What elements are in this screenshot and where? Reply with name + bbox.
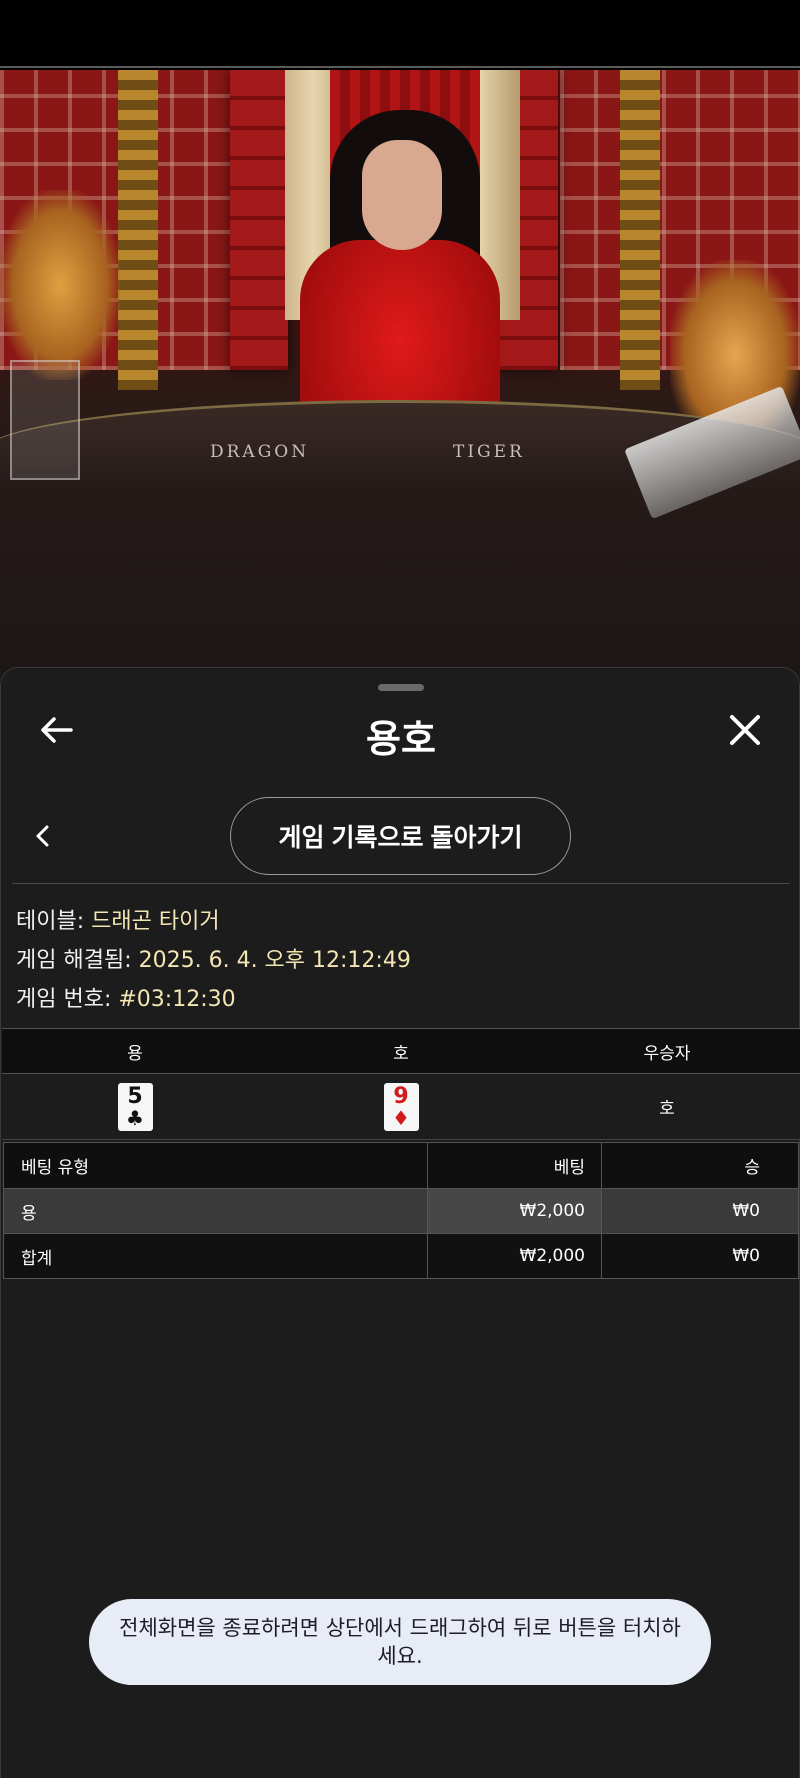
chevron-left-icon[interactable]: [29, 822, 57, 850]
bet-type: 용: [4, 1189, 428, 1233]
info-game-number-label: 게임 번호:: [16, 987, 119, 1012]
page-title: 용호: [366, 717, 436, 761]
info-table: 테이블: 드래곤 타이거: [16, 903, 220, 935]
dragon-card-cell: 5 ♣: [2, 1074, 268, 1139]
result-table: 용 호 우승자 5 ♣ 9 ♦ 호: [2, 1028, 800, 1140]
info-table-label: 테이블:: [16, 909, 92, 934]
bets-header-win: 승: [744, 1158, 760, 1178]
info-table-value: 드래곤 타이거: [91, 909, 220, 934]
bets-header-type: 베팅 유형: [4, 1143, 428, 1188]
diamond-suit-icon: ♦: [392, 1105, 410, 1130]
bets-header-bet: 베팅: [428, 1143, 602, 1188]
fullscreen-exit-toast: 전체화면을 종료하려면 상단에서 드래그하여 뒤로 버튼을 터치하세요.: [89, 1599, 711, 1685]
total-label: 합계: [4, 1234, 428, 1278]
result-header-tiger: 호: [393, 1043, 409, 1064]
dealer-face: [362, 140, 442, 250]
discard-holder: [10, 360, 80, 480]
tiger-card: 9 ♦: [383, 1082, 419, 1131]
result-header-dragon: 용: [127, 1043, 143, 1064]
bet-row: 용 ₩2,000 ₩0: [4, 1188, 798, 1233]
back-to-history-button[interactable]: 게임 기록으로 돌아가기: [230, 797, 571, 875]
table-label-dragon: DRAGON: [210, 442, 310, 462]
info-resolved-value: 2025. 6. 4. 오후 12:12:49: [138, 948, 411, 973]
tiger-card-cell: 9 ♦: [268, 1074, 534, 1139]
close-icon[interactable]: [725, 710, 765, 750]
info-resolved-label: 게임 해결됨:: [16, 948, 139, 973]
info-game-number-value: #03:12:30: [118, 987, 236, 1012]
result-header-winner: 우승자: [643, 1043, 691, 1064]
dragon-card-rank: 5: [127, 1083, 143, 1109]
table-label-tiger: TIGER: [453, 442, 525, 462]
result-row: 5 ♣ 9 ♦ 호: [2, 1074, 800, 1140]
total-bet: ₩2,000: [428, 1234, 602, 1278]
drag-handle[interactable]: [378, 684, 424, 691]
bets-table: 베팅 유형 베팅 승 용 ₩2,000 ₩0 합계 ₩2,000 ₩0: [3, 1142, 799, 1279]
gold-pillar: [620, 70, 660, 390]
dragon-card: 5 ♣: [117, 1082, 153, 1131]
bets-header-row: 베팅 유형 베팅 승: [4, 1143, 798, 1188]
dragon-statue: [0, 190, 120, 380]
pillar: [230, 70, 288, 370]
winner-value: 호: [659, 1099, 675, 1119]
club-suit-icon: ♣: [126, 1105, 144, 1130]
tiger-card-rank: 9: [393, 1083, 409, 1109]
status-bar: [0, 0, 800, 68]
divider: [12, 883, 790, 884]
info-game-number: 게임 번호: #03:12:30: [16, 981, 236, 1013]
bet-amount: ₩2,000: [428, 1189, 602, 1233]
info-resolved: 게임 해결됨: 2025. 6. 4. 오후 12:12:49: [16, 942, 411, 974]
bet-win: ₩0: [732, 1201, 760, 1221]
gold-pillar: [118, 70, 158, 390]
live-video-feed: DRAGON TIGER: [0, 70, 800, 680]
result-header-row: 용 호 우승자: [2, 1028, 800, 1074]
bet-total-row: 합계 ₩2,000 ₩0: [4, 1233, 798, 1278]
total-win: ₩0: [732, 1246, 760, 1266]
